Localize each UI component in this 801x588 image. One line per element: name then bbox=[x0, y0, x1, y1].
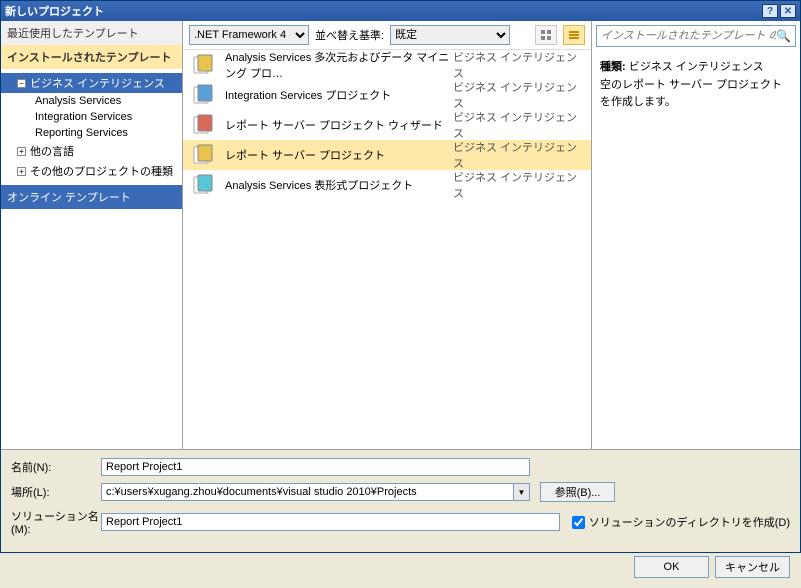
location-combo[interactable]: ▼ bbox=[101, 483, 530, 501]
template-name: レポート サーバー プロジェクト bbox=[225, 147, 453, 163]
template-tree: − ビジネス インテリジェンス Analysis Services Integr… bbox=[1, 69, 182, 185]
tree-node-as[interactable]: Analysis Services bbox=[35, 93, 182, 109]
template-name: レポート サーバー プロジェクト ウィザード bbox=[225, 117, 453, 133]
cancel-button[interactable]: キャンセル bbox=[715, 556, 790, 578]
center-panel: .NET Framework 4 並べ替え基準: 既定 Analysis Ser… bbox=[183, 21, 592, 449]
template-category: ビジネス インテリジェンス bbox=[453, 50, 583, 81]
template-category: ビジネス インテリジェンス bbox=[453, 109, 583, 141]
window-title: 新しいプロジェクト bbox=[5, 3, 760, 19]
template-list: Analysis Services 多次元およびデータ マイニング プロ…ビジネ… bbox=[183, 50, 591, 449]
template-row[interactable]: Integration Services プロジェクトビジネス インテリジェンス bbox=[183, 80, 591, 110]
tree-node-rs[interactable]: Reporting Services bbox=[35, 125, 182, 141]
view-small-icons-button[interactable] bbox=[535, 25, 557, 45]
close-button[interactable]: ✕ bbox=[780, 4, 796, 18]
chevron-down-icon[interactable]: ▼ bbox=[514, 483, 530, 501]
toolbar: .NET Framework 4 並べ替え基準: 既定 bbox=[183, 21, 591, 50]
name-label: 名前(N): bbox=[11, 459, 101, 475]
online-templates-header[interactable]: オンライン テンプレート bbox=[1, 185, 182, 209]
tree-node-bi[interactable]: − ビジネス インテリジェンス bbox=[1, 73, 182, 93]
expand-icon[interactable]: + bbox=[17, 147, 26, 156]
template-row[interactable]: レポート サーバー プロジェクト ウィザードビジネス インテリジェンス bbox=[183, 110, 591, 140]
create-directory-checkbox[interactable]: ソリューションのディレクトリを作成(D) bbox=[572, 514, 790, 530]
help-button[interactable]: ? bbox=[762, 4, 778, 18]
type-value: ビジネス インテリジェンス bbox=[629, 61, 764, 73]
template-name: Analysis Services 表形式プロジェクト bbox=[225, 177, 453, 193]
ok-button[interactable]: OK bbox=[634, 556, 709, 578]
list-icon bbox=[568, 29, 580, 41]
tree-label: その他のプロジェクトの種類 bbox=[30, 163, 173, 179]
tree-node-other-lang[interactable]: + 他の言語 bbox=[1, 141, 182, 161]
framework-select[interactable]: .NET Framework 4 bbox=[189, 25, 309, 45]
location-field[interactable] bbox=[101, 483, 514, 501]
template-icon bbox=[191, 83, 215, 107]
template-icon bbox=[191, 173, 215, 197]
tree-node-is[interactable]: Integration Services bbox=[35, 109, 182, 125]
create-directory-input[interactable] bbox=[572, 516, 585, 529]
sort-label: 並べ替え基準: bbox=[315, 27, 384, 43]
create-directory-label: ソリューションのディレクトリを作成(D) bbox=[589, 514, 790, 530]
template-icon bbox=[191, 53, 215, 77]
tree-label: 他の言語 bbox=[30, 143, 74, 159]
expand-icon[interactable]: + bbox=[17, 167, 26, 176]
bottom-panel: 名前(N): 場所(L): ▼ 参照(B)... ソリューション名(M): ソリ… bbox=[1, 449, 800, 550]
description-text: 空のレポート サーバー プロジェクトを作成します。 bbox=[600, 77, 792, 112]
template-category: ビジネス インテリジェンス bbox=[453, 79, 583, 111]
template-category: ビジネス インテリジェンス bbox=[453, 169, 583, 201]
sort-select[interactable]: 既定 bbox=[390, 25, 510, 45]
tree-label: ビジネス インテリジェンス bbox=[30, 75, 165, 91]
recent-templates-header[interactable]: 最近使用したテンプレート bbox=[1, 21, 182, 45]
main-area: 最近使用したテンプレート インストールされたテンプレート − ビジネス インテリ… bbox=[1, 21, 800, 449]
search-icon: 🔍 bbox=[776, 29, 791, 43]
template-row[interactable]: Analysis Services 表形式プロジェクトビジネス インテリジェンス bbox=[183, 170, 591, 200]
template-icon bbox=[191, 143, 215, 167]
name-field[interactable] bbox=[101, 458, 530, 476]
tree-node-other-proj[interactable]: + その他のプロジェクトの種類 bbox=[1, 161, 182, 181]
solution-name-label: ソリューション名(M): bbox=[11, 508, 101, 536]
right-panel: 🔍 種類: ビジネス インテリジェンス 空のレポート サーバー プロジェクトを作… bbox=[592, 21, 800, 449]
view-list-button[interactable] bbox=[563, 25, 585, 45]
search-box[interactable]: 🔍 bbox=[596, 25, 796, 47]
small-icons-icon bbox=[540, 29, 552, 41]
template-icon bbox=[191, 113, 215, 137]
type-label: 種類: bbox=[600, 61, 626, 73]
template-category: ビジネス インテリジェンス bbox=[453, 139, 583, 171]
titlebar: 新しいプロジェクト ? ✕ bbox=[1, 1, 800, 21]
template-name: Analysis Services 多次元およびデータ マイニング プロ… bbox=[225, 50, 453, 81]
tree-children-bi: Analysis Services Integration Services R… bbox=[1, 93, 182, 141]
template-row[interactable]: Analysis Services 多次元およびデータ マイニング プロ…ビジネ… bbox=[183, 50, 591, 80]
location-label: 場所(L): bbox=[11, 484, 101, 500]
description-panel: 種類: ビジネス インテリジェンス 空のレポート サーバー プロジェクトを作成し… bbox=[592, 51, 800, 120]
footer: OK キャンセル bbox=[1, 550, 800, 588]
collapse-icon[interactable]: − bbox=[17, 79, 26, 88]
template-row[interactable]: レポート サーバー プロジェクトビジネス インテリジェンス bbox=[183, 140, 591, 170]
template-name: Integration Services プロジェクト bbox=[225, 87, 453, 103]
solution-name-field[interactable] bbox=[101, 513, 560, 531]
search-input[interactable] bbox=[601, 30, 776, 42]
browse-button[interactable]: 参照(B)... bbox=[540, 482, 615, 502]
installed-templates-header[interactable]: インストールされたテンプレート bbox=[1, 45, 182, 69]
left-panel: 最近使用したテンプレート インストールされたテンプレート − ビジネス インテリ… bbox=[1, 21, 183, 449]
